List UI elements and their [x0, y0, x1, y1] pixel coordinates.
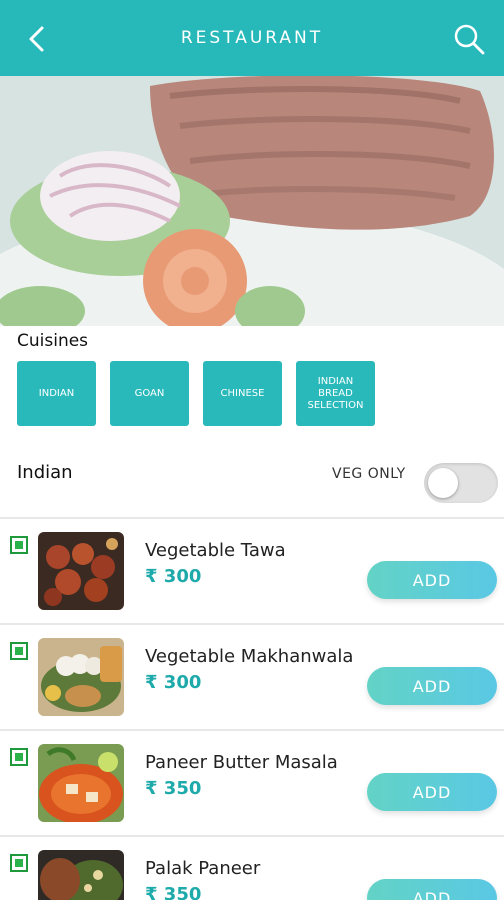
- add-to-cart-button[interactable]: ADD: [367, 667, 497, 705]
- veg-only-label: VEG ONLY: [332, 466, 406, 482]
- dish-thumbnail: [38, 638, 124, 716]
- dish-row: Vegetable Tawa ₹ 300 ADD: [0, 519, 504, 625]
- dish-name: Paneer Butter Masala: [145, 752, 338, 773]
- add-to-cart-button[interactable]: ADD: [367, 561, 497, 599]
- dish-thumbnail: [38, 744, 124, 822]
- dish-price: ₹ 350: [145, 778, 202, 799]
- dish-thumbnail: [38, 532, 124, 610]
- top-app-bar: RESTAURANT: [0, 0, 504, 76]
- dish-thumbnail: [38, 850, 124, 900]
- menu-section-heading: Indian: [17, 462, 73, 483]
- dish-price: ₹ 300: [145, 672, 202, 693]
- cuisine-chip-goan[interactable]: GOAN: [110, 361, 189, 426]
- dish-name: Palak Paneer: [145, 858, 261, 879]
- cuisine-chip-group: INDIAN GOAN CHINESE INDIAN BREAD SELECTI…: [17, 361, 375, 426]
- veg-indicator-icon: [10, 536, 28, 554]
- add-to-cart-button[interactable]: ADD: [367, 773, 497, 811]
- cuisine-chip-indian-bread[interactable]: INDIAN BREAD SELECTION: [296, 361, 375, 426]
- search-icon[interactable]: [452, 22, 486, 56]
- veg-indicator-icon: [10, 854, 28, 872]
- dish-price: ₹ 300: [145, 566, 202, 587]
- veg-indicator-icon: [10, 642, 28, 660]
- page-title: RESTAURANT: [180, 28, 324, 48]
- veg-indicator-icon: [10, 748, 28, 766]
- cuisines-label: Cuisines: [17, 331, 89, 351]
- cuisine-chip-chinese[interactable]: CHINESE: [203, 361, 282, 426]
- restaurant-hero-image: [0, 76, 504, 326]
- dish-name: Vegetable Makhanwala: [145, 646, 354, 667]
- cuisine-chip-indian[interactable]: INDIAN: [17, 361, 96, 426]
- dish-name: Vegetable Tawa: [145, 540, 286, 561]
- dish-row: Vegetable Makhanwala ₹ 300 ADD: [0, 625, 504, 731]
- veg-only-toggle[interactable]: [424, 463, 498, 503]
- dish-price: ₹ 350: [145, 884, 202, 900]
- add-to-cart-button[interactable]: ADD: [367, 879, 497, 900]
- dish-row: Paneer Butter Masala ₹ 350 ADD: [0, 731, 504, 837]
- toggle-knob: [428, 468, 458, 498]
- dish-row: Palak Paneer ₹ 350 ADD: [0, 837, 504, 900]
